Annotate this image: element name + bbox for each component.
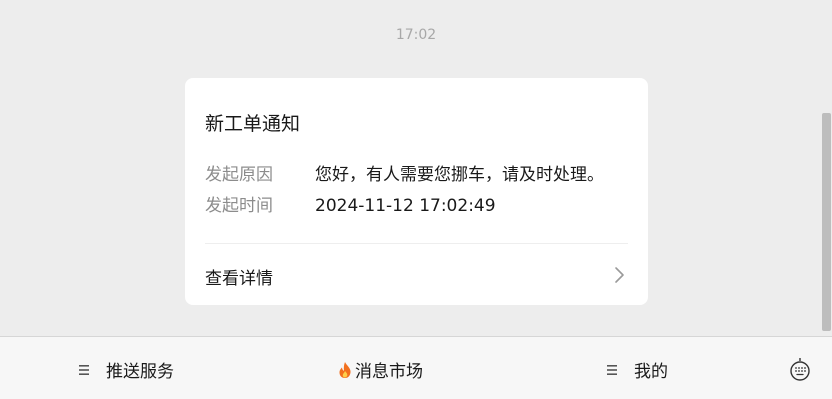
menu-label-mine: 我的 bbox=[634, 362, 668, 382]
chat-area: 17:02 新工单通知 发起原因 您好，有人需要您挪车，请及时处理。 发起时间 20… bbox=[0, 0, 832, 336]
flame-icon bbox=[339, 361, 351, 378]
field-row-reason: 发起原因 您好，有人需要您挪车，请及时处理。 bbox=[205, 160, 604, 185]
notification-card[interactable]: 新工单通知 发起原因 您好，有人需要您挪车，请及时处理。 发起时间 2024-11-… bbox=[185, 78, 648, 305]
card-title: 新工单通知 bbox=[205, 113, 301, 135]
keyboard-icon[interactable] bbox=[789, 357, 811, 381]
field-row-time: 发起时间 2024-11-12 17:02:49 bbox=[205, 191, 496, 216]
menu-item-push-service[interactable]: 推送服务 bbox=[78, 357, 174, 382]
menu-item-message-market[interactable]: 消息市场 bbox=[338, 357, 423, 382]
scrollbar-thumb[interactable] bbox=[822, 113, 831, 331]
field-value-time: 2024-11-12 17:02:49 bbox=[315, 196, 496, 216]
bottom-menu-bar: 推送服务 消息市场 我的 bbox=[0, 336, 832, 399]
field-label-time: 发起时间 bbox=[205, 196, 273, 216]
menu-lines-icon bbox=[79, 364, 89, 375]
message-timestamp: 17:02 bbox=[395, 27, 437, 43]
menu-label-push-service: 推送服务 bbox=[106, 362, 174, 382]
chevron-right-icon bbox=[615, 267, 624, 283]
field-label-reason: 发起原因 bbox=[205, 165, 273, 185]
field-value-reason: 您好，有人需要您挪车，请及时处理。 bbox=[315, 165, 604, 185]
official-account-chat: 17:02 新工单通知 发起原因 您好，有人需要您挪车，请及时处理。 发起时间 20… bbox=[0, 0, 832, 399]
menu-lines-icon bbox=[607, 364, 617, 375]
view-details-label: 查看详情 bbox=[205, 269, 273, 289]
view-details-link[interactable]: 查看详情 bbox=[185, 244, 648, 305]
menu-item-mine[interactable]: 我的 bbox=[606, 357, 668, 382]
menu-label-message-market: 消息市场 bbox=[355, 362, 423, 382]
